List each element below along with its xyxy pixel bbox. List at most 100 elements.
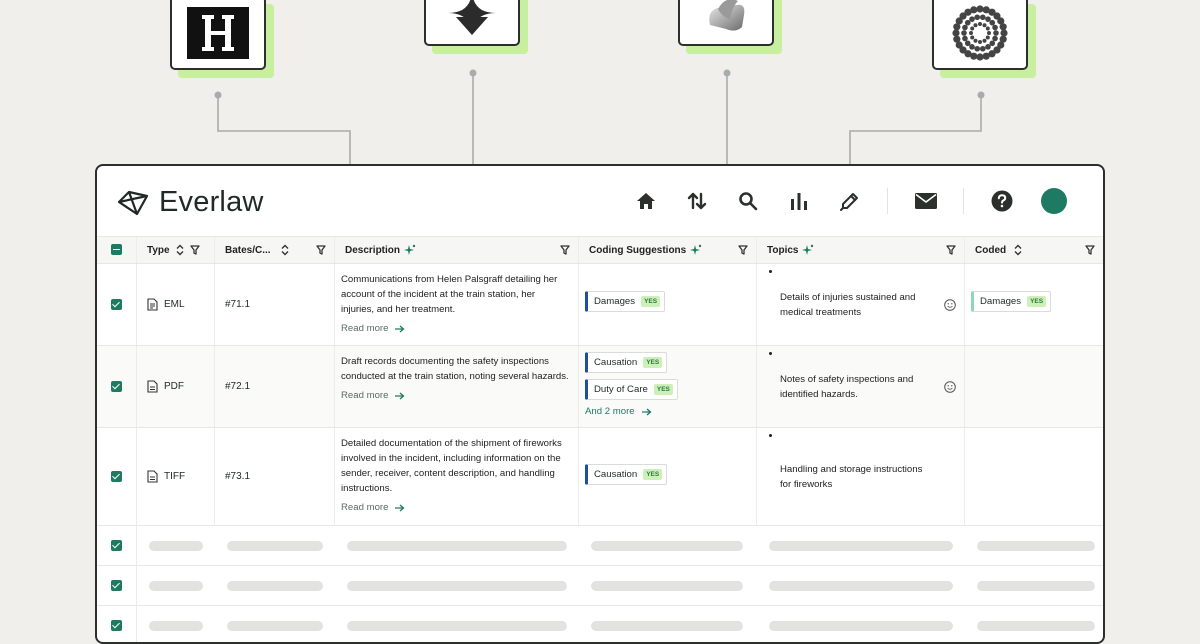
row-checkbox[interactable] (111, 539, 122, 551)
column-coding-suggestions[interactable]: Coding Suggestions (579, 237, 757, 263)
integration-logo-diamond[interactable] (424, 0, 528, 54)
more-suggestions-link[interactable]: And 2 more (585, 406, 756, 417)
row-checkbox[interactable] (111, 380, 122, 392)
filter-icon[interactable] (316, 245, 326, 255)
coding-suggestion-tag[interactable]: Causation YES (585, 352, 668, 373)
bates-number: #71.1 (225, 299, 251, 310)
loading-placeholder (769, 540, 953, 551)
analytics-button[interactable] (786, 188, 812, 214)
ai-sparkle-icon (690, 244, 702, 255)
read-more-link[interactable]: Read more (341, 321, 570, 336)
filter-icon[interactable] (189, 245, 200, 255)
pen-icon (840, 193, 858, 211)
placeholder-row[interactable] (97, 606, 1103, 642)
table-row[interactable]: PDF #72.1 Draft records documenting the … (97, 346, 1103, 428)
sort-arrows-icon (687, 192, 707, 210)
loading-placeholder (591, 620, 743, 631)
integration-logo-h[interactable] (170, 0, 274, 78)
everlaw-logo-icon (117, 190, 149, 215)
read-more-link[interactable]: Read more (341, 388, 570, 403)
search-button[interactable] (735, 188, 761, 214)
draft-button[interactable] (837, 188, 863, 214)
loading-placeholder (149, 620, 203, 631)
everlaw-app-window: Everlaw Type Bates/C... Description Codi… (95, 164, 1105, 644)
column-description[interactable]: Description (335, 237, 579, 263)
placeholder-row[interactable] (97, 566, 1103, 606)
help-icon (991, 190, 1013, 212)
file-type: PDF (164, 381, 184, 392)
home-icon (637, 193, 655, 209)
ribbon-logo-icon (709, 0, 745, 31)
coding-suggestion-tag[interactable]: Damages YES (585, 291, 666, 312)
topic-text: Notes of safety inspections and identifi… (780, 373, 914, 400)
brand-name: Everlaw (159, 186, 264, 218)
top-bar: Everlaw (97, 166, 1103, 236)
row-checkbox[interactable] (111, 298, 122, 310)
select-all-checkbox[interactable] (111, 244, 122, 255)
sort-icon[interactable] (1014, 244, 1022, 256)
loading-placeholder (977, 540, 1095, 551)
coded-tag[interactable]: Damages YES (971, 291, 1052, 312)
arrow-right-icon (395, 325, 405, 332)
bates-number: #73.1 (225, 471, 251, 482)
description-text: Draft records documenting the safety ins… (341, 356, 569, 382)
arrow-right-icon (641, 408, 652, 415)
file-type: TIFF (164, 471, 186, 482)
avatar[interactable] (1041, 188, 1067, 214)
coding-suggestion-tag[interactable]: Duty of Care YES (585, 379, 678, 400)
column-bates[interactable]: Bates/C... (215, 237, 335, 263)
email-file-icon (147, 298, 158, 311)
filter-icon[interactable] (738, 245, 748, 255)
row-checkbox[interactable] (111, 579, 122, 591)
read-more-link[interactable]: Read more (341, 500, 570, 515)
filter-icon[interactable] (1085, 245, 1095, 255)
ai-sparkle-icon (404, 244, 416, 255)
home-button[interactable] (633, 188, 659, 214)
nav-divider (887, 188, 888, 214)
ai-sparkle-icon (802, 244, 814, 255)
table-row[interactable]: TIFF #73.1 Detailed documentation of the… (97, 428, 1103, 526)
loading-placeholder (227, 540, 323, 551)
filter-icon[interactable] (946, 245, 956, 255)
column-topics[interactable]: Topics (757, 237, 965, 263)
loading-placeholder (347, 540, 567, 551)
description-text: Detailed documentation of the shipment o… (341, 438, 562, 494)
loading-placeholder (977, 580, 1095, 591)
topic-text: Details of injuries sustained and medica… (780, 291, 916, 318)
placeholder-row[interactable] (97, 526, 1103, 566)
filter-icon[interactable] (560, 245, 570, 255)
sort-icon[interactable] (281, 244, 289, 256)
smiley-icon[interactable] (944, 380, 956, 393)
arrow-right-icon (395, 504, 405, 511)
sort-button[interactable] (684, 188, 710, 214)
smiley-icon[interactable] (944, 298, 956, 311)
loading-placeholder (149, 580, 203, 591)
integration-logo-ring[interactable] (932, 0, 1036, 78)
file-type: EML (164, 299, 185, 310)
integration-logo-ribbon[interactable] (678, 0, 782, 54)
table-header: Type Bates/C... Description Coding Sugge… (97, 236, 1103, 264)
diamond-logo-icon (448, 0, 496, 37)
dotted-ring-logo-icon (952, 5, 1008, 61)
loading-placeholder (347, 580, 567, 591)
sort-icon[interactable] (176, 244, 184, 256)
help-button[interactable] (989, 188, 1015, 214)
top-nav (608, 188, 1067, 214)
arrow-right-icon (395, 392, 405, 399)
row-checkbox[interactable] (111, 470, 122, 482)
column-coded[interactable]: Coded (965, 237, 1103, 263)
loading-placeholder (769, 620, 953, 631)
loading-placeholder (227, 620, 323, 631)
h-letter-logo-icon (187, 7, 249, 59)
brand[interactable]: Everlaw (117, 186, 264, 219)
mail-icon (915, 193, 937, 209)
bates-number: #72.1 (225, 381, 251, 392)
table-row[interactable]: EML #71.1 Communications from Helen Pals… (97, 264, 1103, 346)
coded-cell-empty (965, 346, 1103, 427)
column-type[interactable]: Type (137, 237, 215, 263)
loading-placeholder (149, 540, 203, 551)
loading-placeholder (977, 620, 1095, 631)
image-file-icon (147, 470, 158, 483)
coding-suggestion-tag[interactable]: Causation YES (585, 464, 668, 485)
messages-button[interactable] (913, 188, 939, 214)
